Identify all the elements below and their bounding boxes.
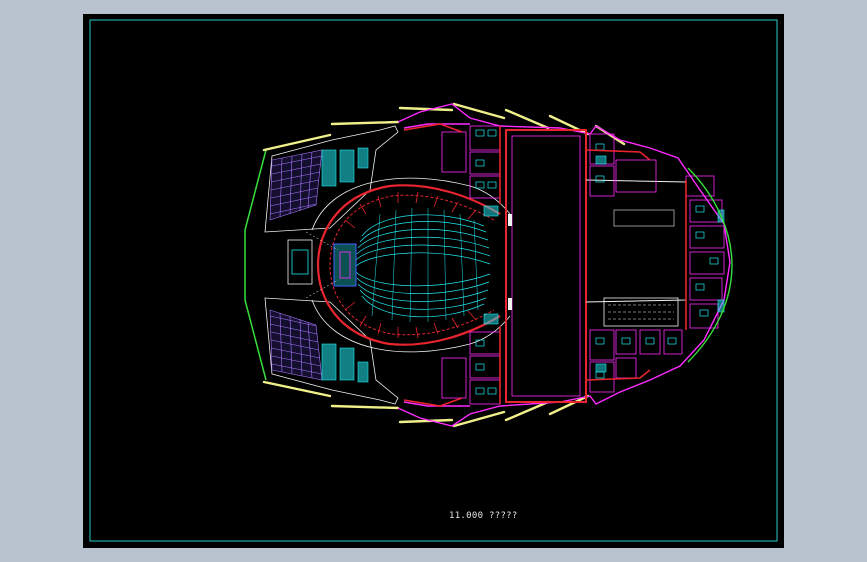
left-lower-seating-grid	[269, 309, 323, 381]
left-lobby-outline	[244, 149, 267, 381]
interior-walls	[403, 123, 687, 407]
left-upper-seating-grid	[269, 149, 323, 221]
drawing-caption: 11.000 ?????	[449, 511, 518, 521]
right-facade	[687, 167, 733, 363]
auditorium	[305, 177, 511, 353]
stage-tower	[505, 129, 687, 403]
drawing-frame	[89, 19, 778, 542]
floor-plan-drawing	[89, 19, 778, 542]
left-lobby	[244, 125, 399, 405]
service-rooms-upper	[441, 125, 725, 329]
exterior-walls	[397, 103, 731, 427]
